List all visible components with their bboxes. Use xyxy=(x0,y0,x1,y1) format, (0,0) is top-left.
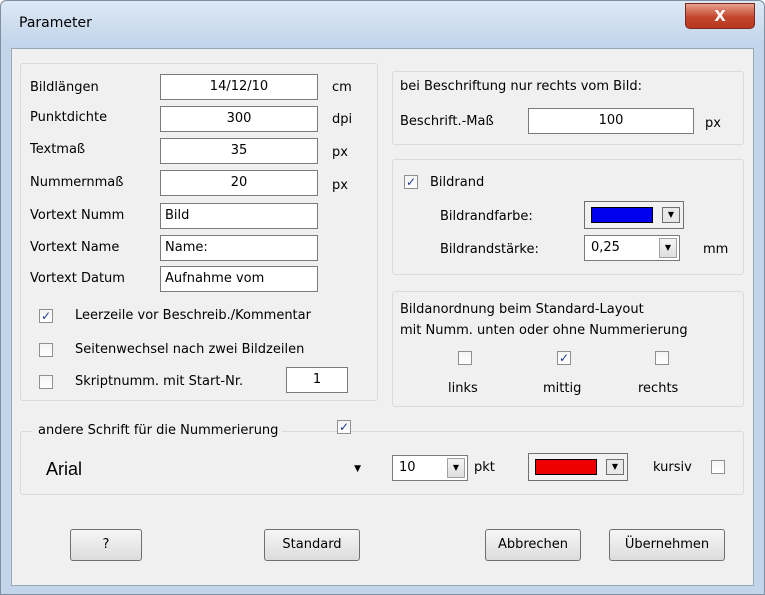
title-bar[interactable]: Parameter X xyxy=(1,1,764,43)
bildrand-label: Bildrand xyxy=(430,175,485,190)
bildrandstaerke-value: 0,25 xyxy=(591,240,620,255)
anordnung-rechts-label: rechts xyxy=(638,381,679,396)
textmass-unit: px xyxy=(332,145,348,160)
window-title: Parameter xyxy=(19,15,92,31)
chevron-down-icon: ▼ xyxy=(662,207,680,223)
beschriftung-heading: bei Beschriftung nur rechts vom Bild: xyxy=(400,79,642,94)
beschrift-mass-unit: px xyxy=(705,116,721,131)
kursiv-checkbox[interactable] xyxy=(711,460,725,474)
textmass-input[interactable]: 35 xyxy=(160,138,318,164)
bildlaengen-label: Bildlängen xyxy=(30,80,99,95)
anordnung-links-label: links xyxy=(448,381,478,396)
chevron-down-icon[interactable]: ▼ xyxy=(659,238,677,258)
anordnung-mittig-label: mittig xyxy=(543,381,582,396)
leerzeile-checkbox[interactable]: ✓ xyxy=(39,309,53,323)
bildrandstaerke-label: Bildrandstärke: xyxy=(440,242,539,257)
close-button[interactable]: X xyxy=(685,3,755,29)
vortext-name-input[interactable]: Name: xyxy=(160,235,318,261)
parameter-dialog: Parameter X Bildlängen 14/12/10 cm Punkt… xyxy=(0,0,765,595)
vortext-numm-input[interactable]: Bild xyxy=(160,203,318,229)
font-color-picker[interactable]: ▼ xyxy=(528,453,628,481)
anordnung-heading-2: mit Numm. unten oder ohne Nummerierung xyxy=(400,323,688,338)
seitenwechsel-label: Seitenwechsel nach zwei Bildzeilen xyxy=(75,342,305,357)
help-button[interactable]: ? xyxy=(70,529,142,561)
apply-button[interactable]: Übernehmen xyxy=(609,529,725,561)
vortext-numm-label: Vortext Numm xyxy=(30,208,125,223)
leerzeile-label: Leerzeile vor Beschreib./Kommentar xyxy=(75,308,311,323)
font-name-value: Arial xyxy=(46,459,83,479)
punktdichte-unit: dpi xyxy=(332,112,353,127)
nummernmass-input[interactable]: 20 xyxy=(160,170,318,196)
seitenwechsel-checkbox[interactable] xyxy=(39,343,53,357)
dialog-client-area: Bildlängen 14/12/10 cm Punktdichte 300 d… xyxy=(11,48,754,586)
font-color-swatch xyxy=(535,459,597,475)
close-icon: X xyxy=(714,7,726,25)
font-enable-checkbox[interactable]: ✓ xyxy=(337,420,351,434)
anordnung-heading-1: Bildanordnung beim Standard-Layout xyxy=(400,302,644,317)
bildrandfarbe-picker[interactable]: ▼ xyxy=(584,201,684,229)
kursiv-label: kursiv xyxy=(653,460,692,475)
font-size-value: 10 xyxy=(399,460,416,475)
nummernmass-label: Nummernmaß xyxy=(30,175,124,190)
bildlaengen-input[interactable]: 14/12/10 xyxy=(160,74,318,100)
chevron-down-icon: ▼ xyxy=(354,464,361,474)
font-name-select[interactable]: Arial ▼ xyxy=(36,457,361,481)
nummernmass-unit: px xyxy=(332,178,348,193)
anordnung-rechts-checkbox[interactable] xyxy=(655,351,669,365)
vortext-datum-label: Vortext Datum xyxy=(30,271,125,286)
bildrand-checkbox[interactable]: ✓ xyxy=(404,175,418,189)
beschrift-mass-label: Beschrift.-Maß xyxy=(400,114,494,129)
punktdichte-label: Punktdichte xyxy=(30,110,108,125)
textmass-label: Textmaß xyxy=(30,142,86,157)
anordnung-mittig-checkbox[interactable]: ✓ xyxy=(557,351,571,365)
vortext-name-label: Vortext Name xyxy=(30,240,120,255)
bildrandstaerke-select[interactable]: 0,25 ▼ xyxy=(584,235,680,261)
font-size-select[interactable]: 10 ▼ xyxy=(392,455,468,481)
skriptnumm-start-input[interactable]: 1 xyxy=(286,367,348,393)
chevron-down-icon: ▼ xyxy=(606,459,624,475)
cancel-button[interactable]: Abbrechen xyxy=(485,529,581,561)
anordnung-links-checkbox[interactable] xyxy=(458,351,472,365)
font-size-unit: pkt xyxy=(474,460,495,475)
font-heading: andere Schrift für die Nummerierung xyxy=(32,423,283,438)
bildlaengen-unit: cm xyxy=(332,80,352,95)
punktdichte-input[interactable]: 300 xyxy=(160,106,318,132)
beschrift-mass-input[interactable]: 100 xyxy=(528,108,694,134)
standard-button[interactable]: Standard xyxy=(264,529,360,561)
chevron-down-icon[interactable]: ▼ xyxy=(447,458,465,478)
skriptnumm-label: Skriptnumm. mit Start-Nr. xyxy=(75,374,244,389)
vortext-datum-input[interactable]: Aufnahme vom xyxy=(160,266,318,292)
bildrandfarbe-label: Bildrandfarbe: xyxy=(440,209,533,224)
bildrandstaerke-unit: mm xyxy=(703,242,729,257)
bildrand-color-swatch xyxy=(591,207,653,223)
skriptnumm-checkbox[interactable] xyxy=(39,375,53,389)
